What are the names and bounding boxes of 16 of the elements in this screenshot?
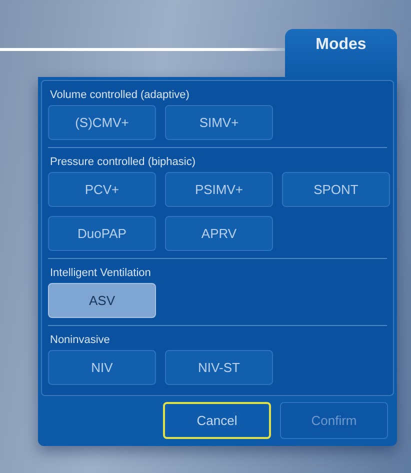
mode-button[interactable]: DuoPAP — [48, 216, 156, 251]
mode-button[interactable]: PCV+ — [48, 172, 156, 207]
section-heading: Intelligent Ventilation — [50, 267, 152, 279]
mode-button[interactable]: PSIMV+ — [165, 172, 273, 207]
section-heading: Volume controlled (adaptive) — [50, 89, 190, 101]
mode-button[interactable]: APRV — [165, 216, 273, 251]
mode-button[interactable]: SIMV+ — [165, 105, 273, 140]
cancel-button[interactable]: Cancel — [163, 402, 271, 439]
mode-button[interactable]: (S)CMV+ — [48, 105, 156, 140]
section-heading: Pressure controlled (biphasic) — [50, 156, 197, 168]
mode-button[interactable]: SPONT — [282, 172, 390, 207]
mode-button[interactable]: ASV — [48, 283, 156, 318]
mode-button[interactable]: NIV-ST — [165, 350, 273, 385]
section-heading: Noninvasive — [50, 334, 111, 346]
modes-tab[interactable]: Modes — [285, 29, 397, 77]
mode-button[interactable]: NIV — [48, 350, 156, 385]
